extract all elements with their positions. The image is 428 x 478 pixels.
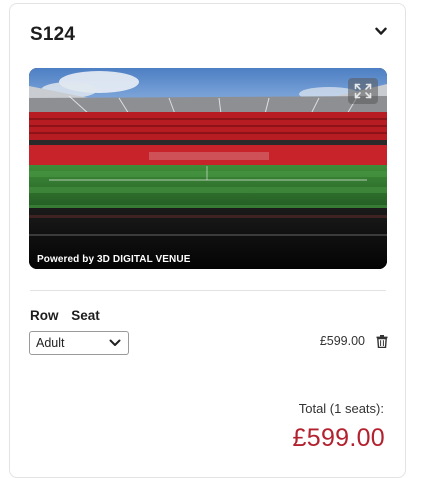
stadium-view-image[interactable]: Powered by 3D DIGITAL VENUE <box>29 68 387 269</box>
seat-selection-card: S124 Powered by 3D DIGITAL VENUE Row Sea… <box>9 3 406 478</box>
stadium-scene <box>29 68 387 269</box>
divider <box>30 290 386 291</box>
row-header: Row <box>30 308 59 323</box>
chevron-down-icon <box>109 338 123 348</box>
chevron-down-icon <box>375 27 387 35</box>
remove-seat-button[interactable] <box>376 335 388 349</box>
section-title: S124 <box>30 24 76 45</box>
seat-table-header: Row Seat <box>30 308 100 323</box>
seat-header: Seat <box>71 308 100 323</box>
ticket-type-value: Adult <box>36 336 65 350</box>
fullscreen-button[interactable] <box>348 78 378 104</box>
powered-by-label: Powered by 3D DIGITAL VENUE <box>37 254 191 265</box>
total-label: Total (1 seats): <box>298 401 384 416</box>
trash-icon <box>376 335 388 349</box>
total-amount: £599.00 <box>292 424 385 452</box>
ticket-type-select[interactable]: Adult <box>29 331 129 355</box>
expand-arrows-icon <box>354 83 372 99</box>
seat-price: £599.00 <box>319 334 365 348</box>
collapse-toggle[interactable] <box>372 24 390 38</box>
